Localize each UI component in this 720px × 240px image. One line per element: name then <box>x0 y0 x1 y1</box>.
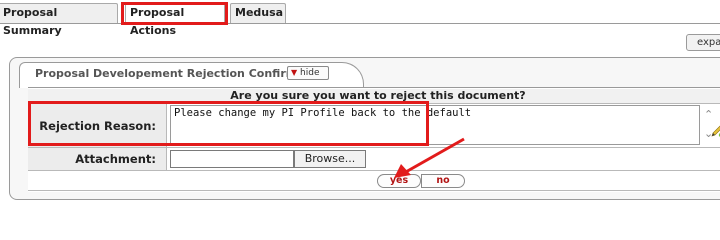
hide-button-label: hide <box>300 68 320 78</box>
attachment-label: Attachment: <box>28 148 167 170</box>
pencil-icon[interactable] <box>710 124 720 138</box>
panel-title: Proposal Developement Rejection Confirma… <box>35 67 330 80</box>
hide-button[interactable]: ▼ hide <box>287 66 329 80</box>
action-buttons-row <box>28 170 720 191</box>
reason-highlight-box <box>28 101 429 146</box>
red-arrow-icon <box>394 137 465 178</box>
tab-medusa[interactable]: Medusa <box>230 3 286 23</box>
tab-bar-divider <box>0 23 720 24</box>
browse-button[interactable]: Browse... <box>294 150 366 168</box>
tab-highlight-box <box>121 2 228 25</box>
attachment-row: Attachment: <box>28 147 720 170</box>
expand-all-button[interactable]: expand all <box>686 34 720 51</box>
triangle-down-icon: ▼ <box>291 68 298 77</box>
tab-proposal-summary[interactable]: Proposal Summary <box>0 3 118 37</box>
scroll-up-icon[interactable]: ⌃ <box>704 108 713 121</box>
attachment-file-field[interactable] <box>170 150 294 168</box>
